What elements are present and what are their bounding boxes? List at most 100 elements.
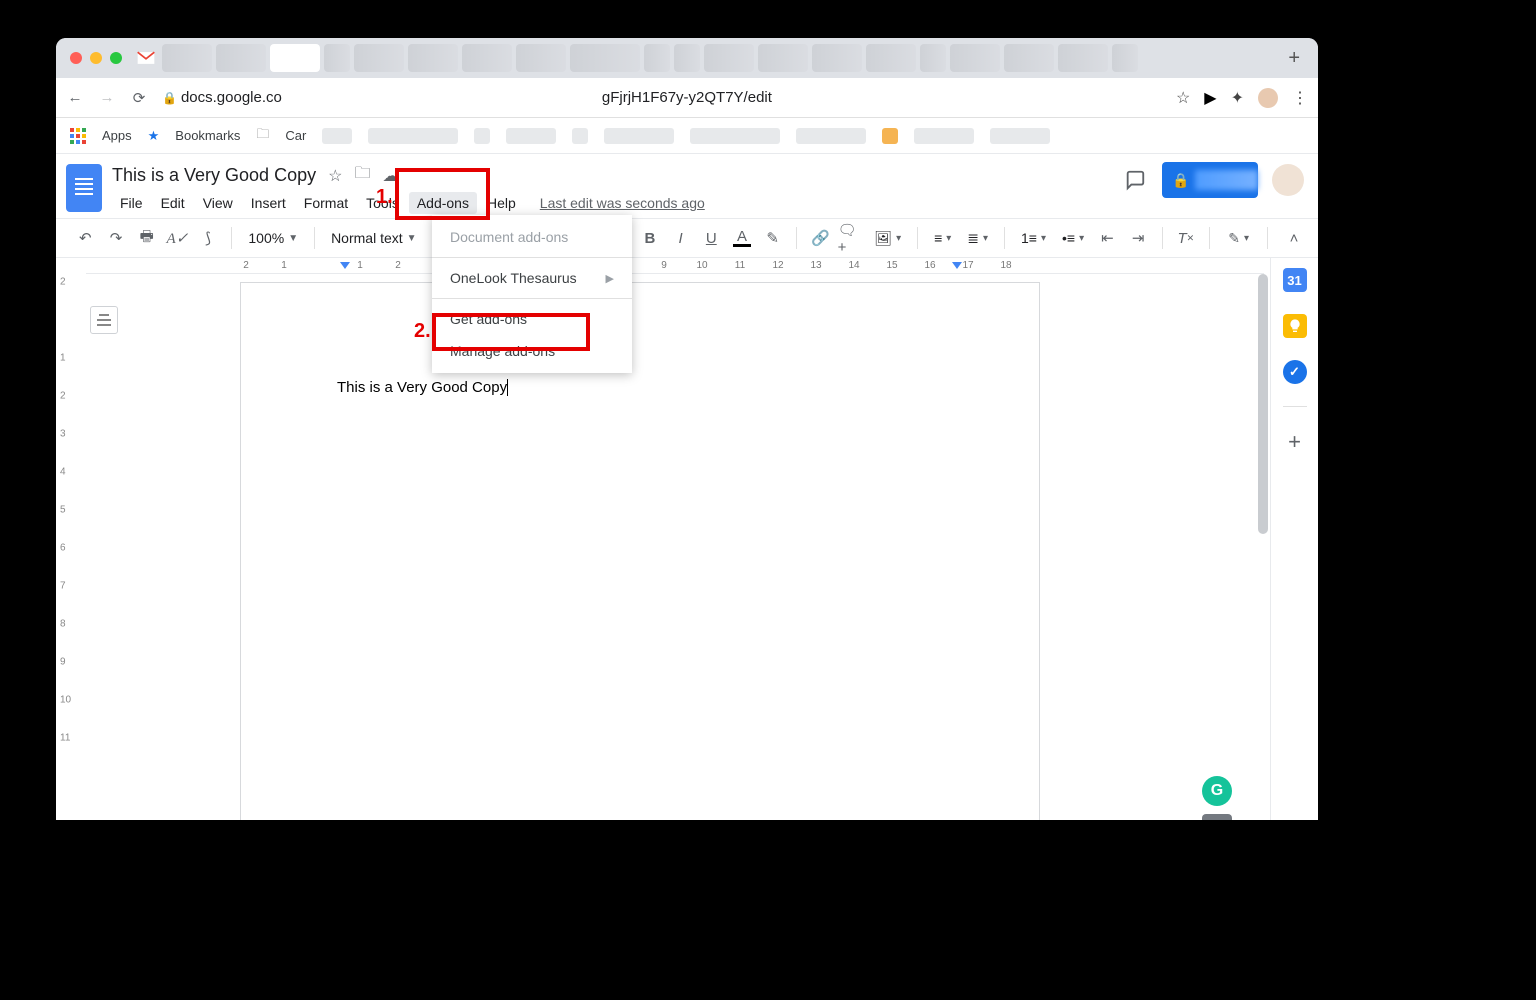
- clear-formatting-button[interactable]: T✕: [1172, 224, 1199, 252]
- bookmark-item[interactable]: [882, 128, 898, 144]
- bookmark-item[interactable]: [474, 128, 490, 144]
- numbered-list-button[interactable]: 1≡▾: [1015, 230, 1052, 246]
- menu-help[interactable]: Help: [479, 192, 524, 214]
- left-indent-marker[interactable]: [340, 262, 350, 269]
- tab-placeholder[interactable]: [1058, 44, 1108, 72]
- menu-item-get-addons[interactable]: Get add-ons: [432, 303, 632, 335]
- tab-placeholder[interactable]: [354, 44, 404, 72]
- document-title[interactable]: This is a Very Good Copy: [112, 165, 316, 186]
- account-avatar[interactable]: [1272, 164, 1304, 196]
- horizontal-ruler[interactable]: 21123456789101112131415161718: [86, 258, 1264, 274]
- line-spacing-button[interactable]: ≣▾: [961, 230, 994, 247]
- minimize-window-icon[interactable]: [90, 52, 102, 64]
- forward-button[interactable]: →: [98, 89, 116, 106]
- redo-button[interactable]: ↷: [103, 224, 130, 252]
- menu-item-onelook-thesaurus[interactable]: OneLook Thesaurus▶: [432, 262, 632, 294]
- tab-placeholder[interactable]: [920, 44, 946, 72]
- close-window-icon[interactable]: [70, 52, 82, 64]
- apps-icon[interactable]: [70, 128, 86, 144]
- align-button[interactable]: ≡▾: [928, 230, 957, 246]
- show-outline-button[interactable]: [90, 306, 118, 334]
- tab-placeholder[interactable]: [1004, 44, 1054, 72]
- bookmark-item[interactable]: [572, 128, 588, 144]
- menu-insert[interactable]: Insert: [243, 192, 294, 214]
- profile-avatar[interactable]: [1258, 88, 1278, 108]
- tab-placeholder[interactable]: [216, 44, 266, 72]
- scrollbar-thumb[interactable]: [1258, 274, 1268, 534]
- menu-item-manage-addons[interactable]: Manage add-ons: [432, 335, 632, 367]
- tab-placeholder[interactable]: [1112, 44, 1138, 72]
- tasks-sidebar-icon[interactable]: ✓: [1283, 360, 1307, 384]
- document-page[interactable]: This is a Very Good Copy: [240, 282, 1040, 820]
- last-edit-link[interactable]: Last edit was seconds ago: [540, 195, 705, 211]
- comments-button[interactable]: [1122, 167, 1148, 193]
- grammarly-badge[interactable]: G: [1202, 776, 1232, 806]
- menu-view[interactable]: View: [195, 192, 241, 214]
- calendar-sidebar-icon[interactable]: 31: [1283, 268, 1307, 292]
- zoom-select[interactable]: 100%▼: [242, 230, 304, 246]
- tab-placeholder[interactable]: [950, 44, 1000, 72]
- insert-comment-button[interactable]: 🗨+: [838, 224, 865, 252]
- editing-mode-button[interactable]: ✎▾: [1222, 230, 1255, 247]
- text-color-button[interactable]: A: [729, 224, 756, 252]
- bookmark-item[interactable]: [796, 128, 866, 144]
- back-button[interactable]: ←: [66, 89, 84, 106]
- tab-placeholder[interactable]: [704, 44, 754, 72]
- tab-placeholder[interactable]: [324, 44, 350, 72]
- bulleted-list-button[interactable]: •≡▾: [1056, 230, 1090, 246]
- move-icon[interactable]: 🗀: [354, 162, 370, 189]
- decrease-indent-button[interactable]: ⇤: [1094, 224, 1121, 252]
- tab-placeholder[interactable]: [570, 44, 640, 72]
- play-icon[interactable]: ▶: [1204, 88, 1216, 108]
- apps-label[interactable]: Apps: [102, 128, 132, 143]
- bookmark-folder-label[interactable]: Car: [285, 128, 306, 143]
- spellcheck-button[interactable]: A✓: [164, 224, 191, 252]
- tab-placeholder[interactable]: [674, 44, 700, 72]
- tab-placeholder[interactable]: [162, 44, 212, 72]
- insert-link-button[interactable]: 🔗: [807, 224, 834, 252]
- bookmarks-label[interactable]: Bookmarks: [175, 128, 240, 143]
- get-addons-sidebar-icon[interactable]: +: [1288, 429, 1301, 455]
- star-icon[interactable]: ☆: [1176, 88, 1190, 108]
- tab-active-docs[interactable]: [270, 44, 320, 72]
- bookmark-item[interactable]: [990, 128, 1050, 144]
- tab-placeholder[interactable]: [408, 44, 458, 72]
- tab-gmail[interactable]: [132, 50, 160, 66]
- tab-placeholder[interactable]: [462, 44, 512, 72]
- extensions-icon[interactable]: ✦: [1231, 88, 1244, 108]
- paragraph-style-select[interactable]: Normal text▼: [325, 230, 430, 246]
- bookmark-item[interactable]: [368, 128, 458, 144]
- bookmark-item[interactable]: [690, 128, 780, 144]
- new-tab-button[interactable]: +: [1278, 47, 1310, 70]
- vertical-scrollbar[interactable]: [1256, 274, 1270, 820]
- insert-image-button[interactable]: 🖼▾: [868, 230, 907, 247]
- cloud-status-icon[interactable]: ☁: [382, 166, 398, 186]
- bookmark-item[interactable]: [914, 128, 974, 144]
- undo-button[interactable]: ↶: [72, 224, 99, 252]
- tab-placeholder[interactable]: [866, 44, 916, 72]
- tab-placeholder[interactable]: [758, 44, 808, 72]
- italic-button[interactable]: I: [667, 224, 694, 252]
- menu-file[interactable]: File: [112, 192, 151, 214]
- tab-placeholder[interactable]: [516, 44, 566, 72]
- right-indent-marker[interactable]: [952, 262, 962, 269]
- tab-placeholder[interactable]: [812, 44, 862, 72]
- star-document-icon[interactable]: ☆: [328, 166, 342, 186]
- underline-button[interactable]: U: [698, 224, 725, 252]
- collapse-toolbar-button[interactable]: ˄: [1280, 224, 1308, 252]
- menu-edit[interactable]: Edit: [153, 192, 193, 214]
- docs-logo-icon[interactable]: [66, 164, 102, 212]
- bookmark-item[interactable]: [322, 128, 352, 144]
- bookmark-item[interactable]: [506, 128, 556, 144]
- address-bar[interactable]: 🔒 docs.google.co gFjrjH1F67y-y2QT7Y/edit: [162, 89, 1162, 106]
- maximize-window-icon[interactable]: [110, 52, 122, 64]
- reload-button[interactable]: ⟳: [130, 89, 148, 107]
- highlight-button[interactable]: ✎: [759, 224, 786, 252]
- document-body-text[interactable]: This is a Very Good Copy: [337, 379, 507, 396]
- bold-button[interactable]: B: [637, 224, 664, 252]
- explore-button[interactable]: ✦: [1202, 814, 1232, 820]
- menu-addons[interactable]: Add-ons: [409, 192, 477, 214]
- kebab-menu-icon[interactable]: ⋮: [1292, 88, 1308, 108]
- window-controls[interactable]: [70, 52, 122, 64]
- tab-placeholder[interactable]: [644, 44, 670, 72]
